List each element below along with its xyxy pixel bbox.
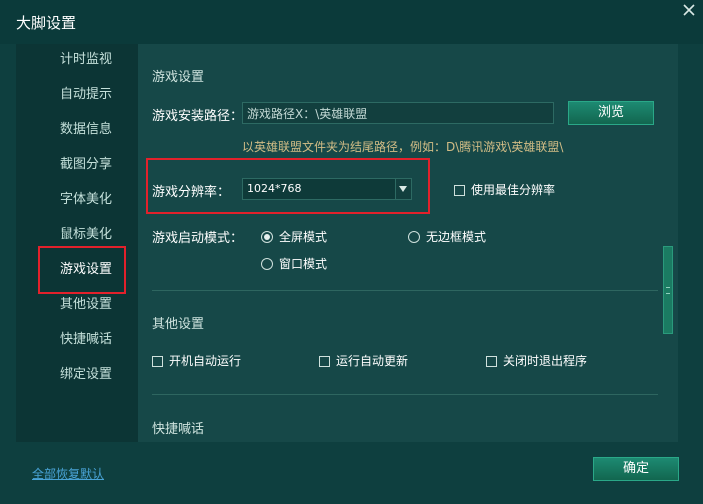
section-title-game-settings: 游戏设置 <box>152 70 205 85</box>
install-path-hint: 以英雄联盟文件夹为结尾路径，例如：D\腾讯游戏\英雄联盟\ <box>242 140 564 154</box>
radio-button <box>261 231 273 243</box>
section-title-other-settings: 其他设置 <box>152 317 205 332</box>
scrollbar-thumb[interactable] <box>663 246 673 334</box>
browse-button[interactable]: 浏览 <box>568 101 654 125</box>
radio-button <box>408 231 420 243</box>
sidebar-item-binding-settings[interactable]: 绑定设置 <box>16 362 138 388</box>
checkbox-box <box>486 356 497 367</box>
best-resolution-checkbox[interactable]: 使用最佳分辨率 <box>454 181 555 198</box>
launch-mode-label: 游戏启动模式： <box>152 231 244 246</box>
radio-borderless[interactable]: 无边框模式 <box>408 228 486 245</box>
sidebar-item-font-beautify[interactable]: 字体美化 <box>16 187 138 213</box>
sidebar-item-other-settings[interactable]: 其他设置 <box>16 292 138 318</box>
radio-fullscreen[interactable]: 全屏模式 <box>261 228 327 245</box>
auto-update-label: 运行自动更新 <box>336 354 409 368</box>
sidebar-item-data-info[interactable]: 数据信息 <box>16 117 138 143</box>
resolution-label: 游戏分辨率： <box>152 185 231 200</box>
checkbox-box <box>152 356 163 367</box>
window-title: 大脚设置 <box>16 14 77 32</box>
exit-on-close-label: 关闭时退出程序 <box>503 354 588 368</box>
ok-button[interactable]: 确定 <box>593 457 679 481</box>
section-divider <box>152 290 658 291</box>
resolution-select[interactable]: 1024*768 <box>242 178 412 200</box>
auto-start-checkbox[interactable]: 开机自动运行 <box>152 352 241 369</box>
radio-fullscreen-label: 全屏模式 <box>279 230 328 244</box>
checkbox-box <box>454 185 465 196</box>
best-resolution-label: 使用最佳分辨率 <box>471 183 556 197</box>
radio-button <box>261 258 273 270</box>
sidebar-item-game-settings[interactable]: 游戏设置 <box>16 257 138 283</box>
title-bar: 大脚设置 <box>0 0 703 44</box>
dropdown-arrow-icon[interactable] <box>395 179 411 199</box>
radio-borderless-label: 无边框模式 <box>426 230 487 244</box>
sidebar-item-timer-monitor[interactable]: 计时监视 <box>16 47 138 73</box>
section-divider <box>152 394 658 395</box>
sidebar-item-auto-prompt[interactable]: 自动提示 <box>16 82 138 108</box>
section-title-quick-chat: 快捷喊话 <box>152 422 205 437</box>
sidebar-item-screenshot-share[interactable]: 截图分享 <box>16 152 138 178</box>
radio-windowed-label: 窗口模式 <box>279 257 328 271</box>
auto-update-checkbox[interactable]: 运行自动更新 <box>319 352 408 369</box>
reset-all-defaults-link[interactable]: 全部恢复默认 <box>32 465 104 482</box>
exit-on-close-checkbox[interactable]: 关闭时退出程序 <box>486 352 587 369</box>
checkbox-box <box>319 356 330 367</box>
sidebar-nav: 计时监视 自动提示 数据信息 截图分享 字体美化 鼠标美化 游戏设置 其他设置 … <box>16 44 138 442</box>
auto-start-label: 开机自动运行 <box>169 354 242 368</box>
sidebar-item-quick-chat[interactable]: 快捷喊话 <box>16 327 138 353</box>
radio-windowed[interactable]: 窗口模式 <box>261 255 327 272</box>
resolution-value: 1024*768 <box>247 182 302 195</box>
close-icon[interactable] <box>681 2 697 18</box>
settings-panel: 游戏设置 游戏安装路径： 游戏路径X：\英雄联盟 浏览 以英雄联盟文件夹为结尾路… <box>138 44 678 442</box>
sidebar-item-mouse-beautify[interactable]: 鼠标美化 <box>16 222 138 248</box>
install-path-label: 游戏安装路径： <box>152 109 244 124</box>
install-path-input[interactable]: 游戏路径X：\英雄联盟 <box>242 102 554 124</box>
scroll-grip-icon <box>666 287 670 294</box>
